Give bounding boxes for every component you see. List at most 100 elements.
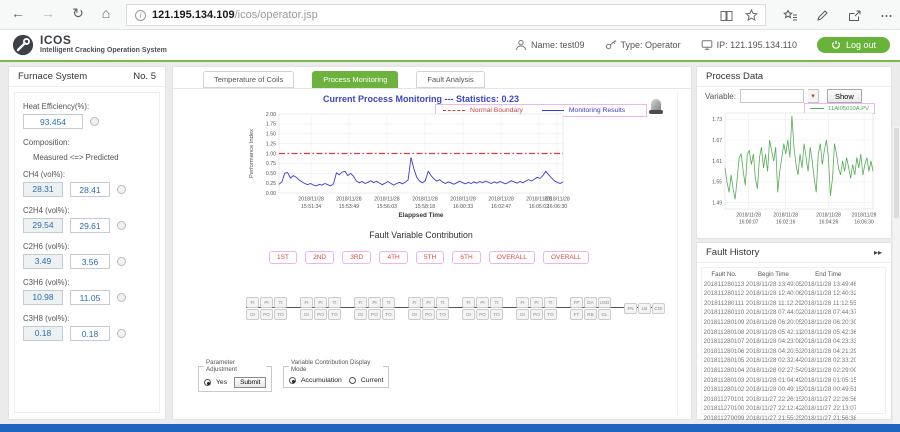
variable-button-di[interactable]: DI: [300, 309, 313, 320]
yes-radio[interactable]: [204, 379, 211, 386]
show-button[interactable]: Show: [827, 89, 862, 103]
table-row[interactable]: 2018112700992018/11/27 21:55:252018/11/2…: [702, 414, 885, 424]
favorite-star-icon[interactable]: [744, 8, 759, 23]
table-row[interactable]: 2018112801082018/11/28 05:42:112018/11/2…: [702, 328, 885, 338]
forward-icon[interactable]: →: [38, 5, 58, 21]
variable-button-fp[interactable]: FP: [570, 297, 583, 308]
table-row[interactable]: 2018112801122018/11/28 12:40:062018/11/2…: [702, 289, 885, 299]
variable-button-lb[interactable]: LB: [638, 303, 651, 314]
variable-button-po[interactable]: PO: [476, 309, 489, 320]
variable-button-fi[interactable]: FI: [516, 297, 529, 308]
tab-process-monitoring[interactable]: Process Monitoring: [312, 71, 398, 88]
variable-button-to[interactable]: TO: [274, 309, 287, 320]
variable-button-di[interactable]: DI: [354, 309, 367, 320]
variable-button-po[interactable]: PO: [530, 309, 543, 320]
contribution-button-overall-7[interactable]: OVERALL: [489, 251, 535, 264]
status-circle-icon[interactable]: [117, 257, 126, 266]
accumulation-radio[interactable]: [289, 377, 296, 384]
table-row[interactable]: 2018112801062018/11/28 04:20:532018/11/2…: [702, 347, 885, 357]
variable-button-ft[interactable]: FT: [570, 309, 583, 320]
variable-button-to[interactable]: TO: [544, 309, 557, 320]
contribution-button-6th-6[interactable]: 6TH: [452, 251, 480, 264]
table-row[interactable]: 2018112801022018/11/28 00:49:152018/11/2…: [702, 385, 885, 395]
contribution-button-5th-5[interactable]: 5TH: [416, 251, 444, 264]
menu-ellipsis-icon[interactable]: [879, 8, 894, 23]
current-radio[interactable]: [349, 377, 356, 384]
variable-button-fi[interactable]: FI: [354, 297, 367, 308]
status-circle-icon[interactable]: [117, 185, 126, 194]
variable-button-ti[interactable]: TI: [544, 297, 557, 308]
variable-button-pi[interactable]: PI: [260, 297, 273, 308]
site-info-icon[interactable]: i: [135, 10, 146, 21]
variable-button-pi[interactable]: PI: [530, 297, 543, 308]
table-row[interactable]: 2018112801072018/11/28 04:23:082018/11/2…: [702, 337, 885, 347]
variable-button-to[interactable]: TO: [490, 309, 503, 320]
variable-button-di[interactable]: DI: [246, 309, 259, 320]
predicted-value-input[interactable]: [70, 254, 110, 269]
refresh-icon[interactable]: ↻: [68, 5, 88, 22]
variable-button-pi[interactable]: PI: [314, 297, 327, 308]
submit-button[interactable]: Submit: [234, 377, 266, 388]
status-circle-icon[interactable]: [90, 117, 99, 126]
variable-button-po[interactable]: PO: [260, 309, 273, 320]
share-icon[interactable]: [847, 8, 862, 23]
variable-button-po[interactable]: PO: [314, 309, 327, 320]
table-row[interactable]: 2018112701002018/11/27 22:12:422018/11/2…: [702, 404, 885, 414]
variable-button-usd[interactable]: USD: [598, 297, 611, 308]
variable-button-fn[interactable]: FN: [624, 303, 637, 314]
variable-button-pi[interactable]: PI: [368, 297, 381, 308]
variable-button-to[interactable]: TO: [436, 309, 449, 320]
predicted-value-input[interactable]: [70, 290, 110, 305]
logout-button[interactable]: Log out: [817, 37, 890, 53]
status-circle-icon[interactable]: [117, 293, 126, 302]
variable-button-ti[interactable]: TI: [382, 297, 395, 308]
variable-select[interactable]: [740, 89, 804, 103]
variable-button-to[interactable]: TO: [382, 309, 395, 320]
table-row[interactable]: 2018112801092018/11/28 06:20:052018/11/2…: [702, 318, 885, 328]
variable-button-fi[interactable]: FI: [408, 297, 421, 308]
contribution-button-3rd-3[interactable]: 3RD: [342, 251, 371, 264]
address-bar[interactable]: i 121.195.134.109/icos/operator.jsp: [126, 4, 766, 26]
contribution-button-1st-1[interactable]: 1ST: [269, 251, 297, 264]
page-scrollbar[interactable]: [893, 126, 900, 432]
select-caret-icon[interactable]: ▾: [808, 89, 819, 103]
contribution-button-4th-4[interactable]: 4TH: [379, 251, 407, 264]
variable-button-fi[interactable]: FI: [462, 297, 475, 308]
scrollbar-thumb[interactable]: [894, 128, 899, 218]
variable-button-pi[interactable]: PI: [476, 297, 489, 308]
contribution-button-overall-8[interactable]: OVERALL: [543, 251, 589, 264]
table-row[interactable]: 2018112801042018/11/28 02:27:542018/11/2…: [702, 366, 885, 376]
web-note-pen-icon[interactable]: [815, 8, 830, 23]
table-row[interactable]: 2018112801102018/11/28 07:44:022018/11/2…: [702, 308, 885, 318]
tab-temperature-of-coils[interactable]: Temperature of Coils: [203, 71, 294, 88]
variable-button-coi[interactable]: COI: [652, 303, 665, 314]
reading-view-icon[interactable]: [719, 8, 734, 23]
variable-button-pi[interactable]: PI: [422, 297, 435, 308]
variable-button-fi[interactable]: FI: [246, 297, 259, 308]
predicted-value-input[interactable]: [70, 326, 110, 341]
variable-button-fi[interactable]: FI: [300, 297, 313, 308]
status-circle-icon[interactable]: [117, 221, 126, 230]
table-row[interactable]: 2018112801052018/11/28 02:32:442018/11/2…: [702, 356, 885, 366]
variable-button-di[interactable]: DI: [408, 309, 421, 320]
variable-button-da[interactable]: DA: [584, 297, 597, 308]
tab-fault-analysis[interactable]: Fault Analysis: [416, 71, 484, 88]
variable-button-di[interactable]: DI: [462, 309, 475, 320]
fault-history-more-button[interactable]: ▸▸: [874, 243, 882, 262]
variable-button-gl[interactable]: GL: [598, 309, 611, 320]
hub-favorites-icon[interactable]: [783, 8, 798, 23]
table-row[interactable]: 2018112801132018/11/28 13:49:052018/11/2…: [702, 280, 885, 290]
variable-button-ti[interactable]: TI: [274, 297, 287, 308]
variable-button-po[interactable]: PO: [368, 309, 381, 320]
variable-button-ti[interactable]: TI: [328, 297, 341, 308]
table-row[interactable]: 2018112701012018/11/27 22:26:152018/11/2…: [702, 395, 885, 405]
variable-button-to[interactable]: TO: [328, 309, 341, 320]
home-icon[interactable]: ⌂: [96, 5, 116, 21]
predicted-value-input[interactable]: [70, 182, 110, 197]
variable-button-di[interactable]: DI: [516, 309, 529, 320]
variable-button-po[interactable]: PO: [422, 309, 435, 320]
heat-efficiency-input[interactable]: [23, 114, 83, 129]
contribution-button-2nd-2[interactable]: 2ND: [305, 251, 334, 264]
table-row[interactable]: 2018112801112018/11/28 11:12:292018/11/2…: [702, 299, 885, 309]
variable-button-rb[interactable]: RB: [584, 309, 597, 320]
